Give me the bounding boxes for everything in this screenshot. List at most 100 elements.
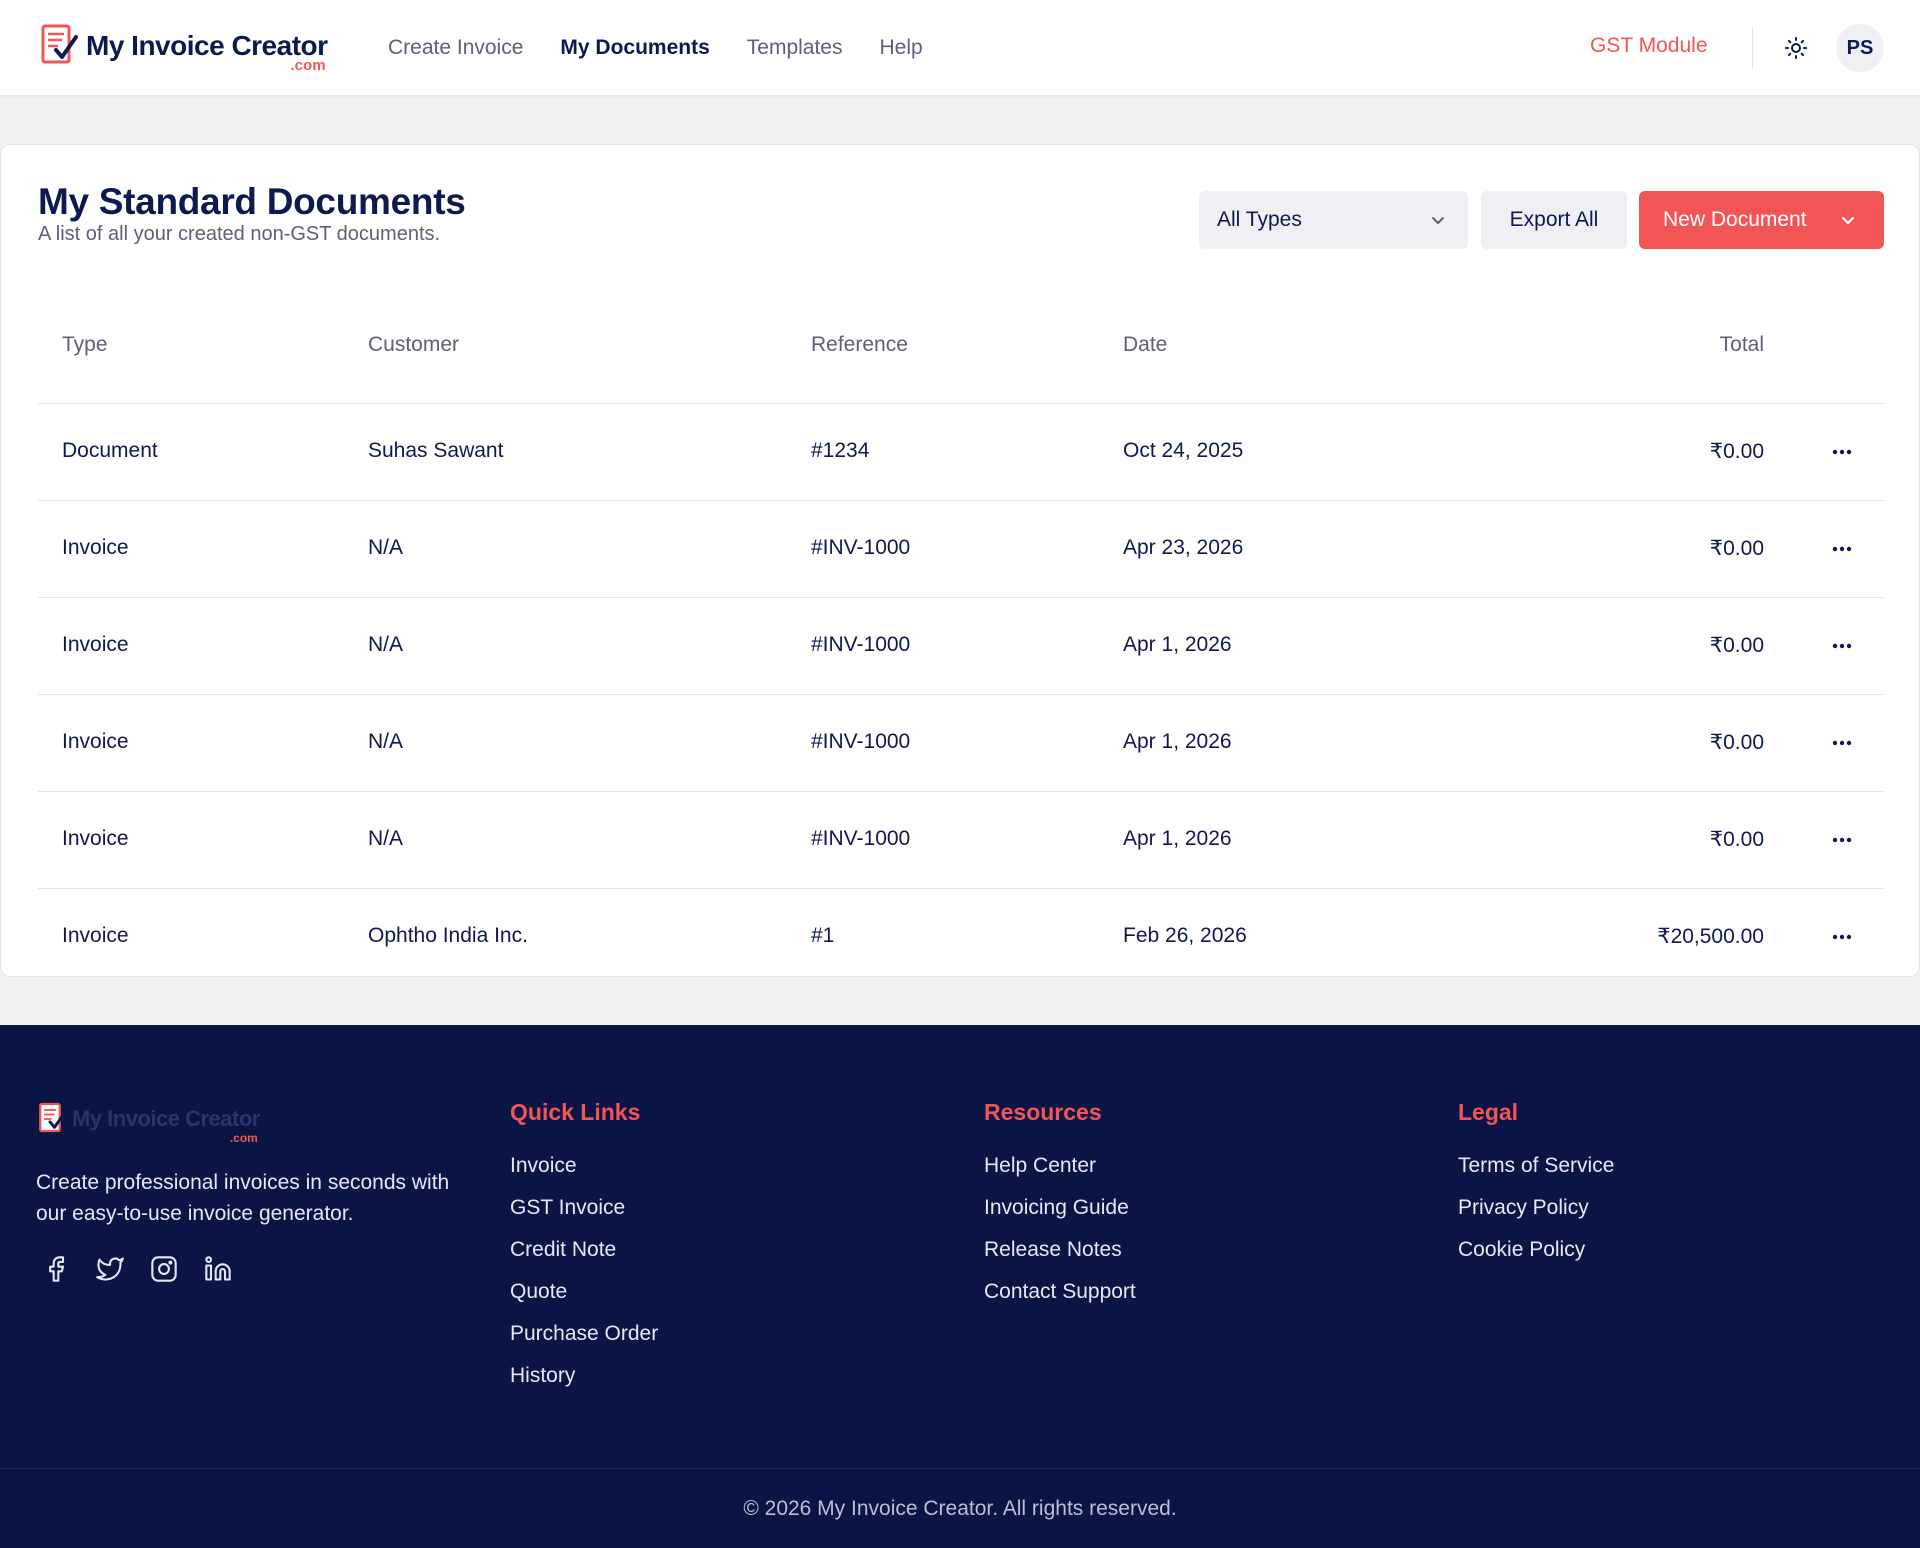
- cell-reference: #1234: [811, 439, 870, 462]
- top-navbar: My Invoice Creator .com Create Invoice M…: [0, 0, 1920, 96]
- footer-legal: Legal Terms of Service Privacy Policy Co…: [1458, 1099, 1614, 1277]
- footer-link-history[interactable]: History: [510, 1361, 658, 1403]
- cell-date: Feb 26, 2026: [1123, 924, 1247, 947]
- cell-type: Invoice: [62, 730, 129, 753]
- table-row[interactable]: Invoice N/A #INV-1000 Apr 23, 2026 ₹0.00: [38, 501, 1884, 598]
- footer-brand-logo[interactable]: My Invoice Creator .com: [38, 1100, 260, 1145]
- chevron-down-icon: [1841, 216, 1855, 225]
- cell-type: Invoice: [62, 633, 129, 656]
- nav-my-documents[interactable]: My Documents: [560, 36, 709, 60]
- cell-date: Apr 23, 2026: [1123, 536, 1244, 559]
- quick-links-heading: Quick Links: [510, 1099, 641, 1125]
- footer-description: Create professional invoices in seconds …: [36, 1171, 450, 1225]
- cell-reference: #INV-1000: [811, 633, 911, 656]
- user-avatar[interactable]: PS: [1836, 24, 1884, 72]
- cell-total: ₹0.00: [1709, 634, 1764, 657]
- more-horizontal-icon: [1832, 837, 1852, 843]
- resources-heading: Resources: [984, 1099, 1102, 1125]
- cell-reference: #INV-1000: [811, 536, 911, 559]
- more-horizontal-icon: [1832, 740, 1852, 746]
- cell-total: ₹0.00: [1709, 440, 1764, 463]
- column-header-type: Type: [62, 333, 108, 356]
- theme-toggle-button[interactable]: [1778, 30, 1814, 66]
- row-actions-button[interactable]: [1822, 628, 1862, 664]
- footer-link-credit-note[interactable]: Credit Note: [510, 1235, 658, 1277]
- footer-link-release-notes[interactable]: Release Notes: [984, 1235, 1136, 1277]
- gst-module-link[interactable]: GST Module: [1590, 34, 1708, 58]
- footer-link-purchase-order[interactable]: Purchase Order: [510, 1319, 658, 1361]
- footer-link-cookies[interactable]: Cookie Policy: [1458, 1235, 1614, 1277]
- footer-resources: Resources Help Center Invoicing Guide Re…: [984, 1099, 1136, 1319]
- cell-date: Apr 1, 2026: [1123, 633, 1232, 656]
- table-header: Type Customer Reference Date Total: [38, 291, 1884, 404]
- brand-logo[interactable]: My Invoice Creator .com: [40, 22, 328, 74]
- new-document-button[interactable]: New Document: [1639, 191, 1884, 249]
- cell-date: Apr 1, 2026: [1123, 827, 1232, 850]
- facebook-link[interactable]: [38, 1251, 74, 1287]
- footer-link-privacy[interactable]: Privacy Policy: [1458, 1193, 1614, 1235]
- page-subtitle: A list of all your created non-GST docum…: [38, 223, 441, 245]
- row-actions-button[interactable]: [1822, 919, 1862, 955]
- twitter-link[interactable]: [92, 1251, 128, 1287]
- export-all-button[interactable]: Export All: [1481, 191, 1627, 249]
- nav-help[interactable]: Help: [879, 36, 922, 60]
- instagram-link[interactable]: [146, 1251, 182, 1287]
- footer-link-contact-support[interactable]: Contact Support: [984, 1277, 1136, 1319]
- footer-link-gst-invoice[interactable]: GST Invoice: [510, 1193, 658, 1235]
- footer-link-help-center[interactable]: Help Center: [984, 1151, 1136, 1193]
- cell-type: Document: [62, 439, 158, 462]
- cell-type: Invoice: [62, 924, 129, 947]
- cell-date: Oct 24, 2025: [1123, 439, 1244, 462]
- footer-divider: [0, 1468, 1920, 1469]
- site-footer: My Invoice Creator .com Create professio…: [0, 1025, 1920, 1548]
- cell-customer: N/A: [368, 536, 404, 559]
- facebook-icon: [49, 1256, 65, 1282]
- footer-quick-links: Quick Links Invoice GST Invoice Credit N…: [510, 1099, 658, 1403]
- sun-icon: [1785, 37, 1807, 59]
- footer-link-invoice[interactable]: Invoice: [510, 1151, 658, 1193]
- column-header-total: Total: [1719, 333, 1764, 356]
- linkedin-link[interactable]: [200, 1251, 236, 1287]
- footer-brand-suffix: .com: [229, 1131, 258, 1145]
- footer-link-terms[interactable]: Terms of Service: [1458, 1151, 1614, 1193]
- cell-total: ₹20,500.00: [1657, 925, 1764, 948]
- more-horizontal-icon: [1832, 546, 1852, 552]
- cell-type: Invoice: [62, 536, 129, 559]
- main-nav: Create Invoice My Documents Templates He…: [388, 0, 960, 96]
- cell-customer: Ophtho India Inc.: [368, 924, 528, 947]
- row-actions-button[interactable]: [1822, 822, 1862, 858]
- documents-card: My Standard Documents A list of all your…: [0, 144, 1920, 977]
- footer-link-quote[interactable]: Quote: [510, 1277, 658, 1319]
- cell-reference: #INV-1000: [811, 827, 911, 850]
- footer-brand-name: My Invoice Creator: [72, 1106, 260, 1131]
- page-title: My Standard Documents: [38, 181, 466, 222]
- row-actions-button[interactable]: [1822, 434, 1862, 470]
- cell-total: ₹0.00: [1709, 731, 1764, 754]
- table-row[interactable]: Invoice N/A #INV-1000 Apr 1, 2026 ₹0.00: [38, 598, 1884, 695]
- twitter-icon: [96, 1257, 124, 1281]
- row-actions-button[interactable]: [1822, 725, 1862, 761]
- legal-heading: Legal: [1458, 1099, 1519, 1125]
- new-document-label: New Document: [1663, 208, 1807, 231]
- brand-suffix: .com: [290, 57, 326, 74]
- table-row[interactable]: Document Suhas Sawant #1234 Oct 24, 2025…: [38, 404, 1884, 501]
- table-row[interactable]: Invoice N/A #INV-1000 Apr 1, 2026 ₹0.00: [38, 695, 1884, 792]
- invoice-logo-icon: [41, 24, 78, 64]
- cell-type: Invoice: [62, 827, 129, 850]
- table-row[interactable]: Invoice N/A #INV-1000 Apr 1, 2026 ₹0.00: [38, 792, 1884, 889]
- cell-customer: N/A: [368, 827, 404, 850]
- table-row[interactable]: Invoice Ophtho India Inc. #1 Feb 26, 202…: [38, 889, 1884, 986]
- nav-create-invoice[interactable]: Create Invoice: [388, 36, 523, 60]
- cell-date: Apr 1, 2026: [1123, 730, 1232, 753]
- invoice-logo-icon: [39, 1102, 67, 1133]
- cell-customer: N/A: [368, 730, 404, 753]
- linkedin-icon: [205, 1256, 231, 1281]
- type-filter-select[interactable]: All Types: [1199, 191, 1468, 249]
- more-horizontal-icon: [1832, 643, 1852, 649]
- column-header-customer: Customer: [368, 333, 460, 356]
- social-links: [38, 1251, 254, 1287]
- more-horizontal-icon: [1832, 449, 1852, 455]
- nav-templates[interactable]: Templates: [747, 36, 843, 60]
- row-actions-button[interactable]: [1822, 531, 1862, 567]
- footer-link-invoicing-guide[interactable]: Invoicing Guide: [984, 1193, 1136, 1235]
